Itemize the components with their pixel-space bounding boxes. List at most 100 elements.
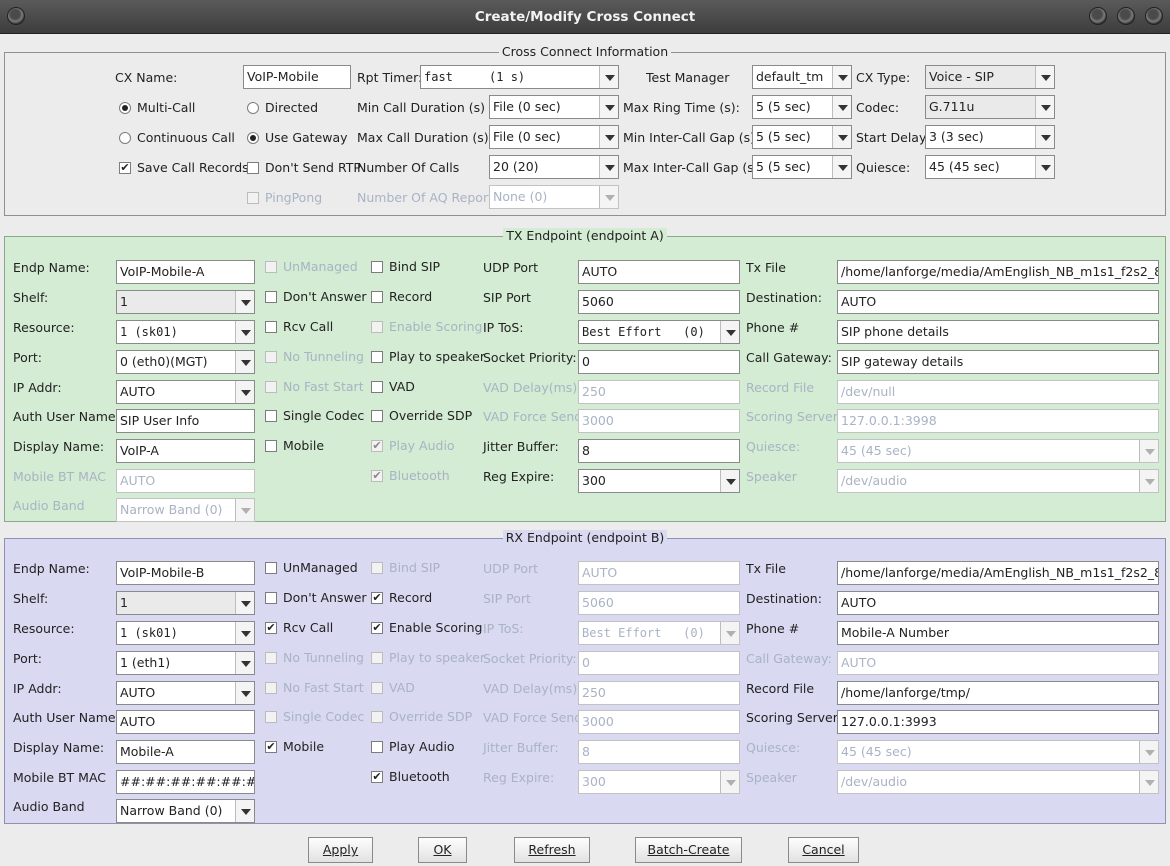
max-inter-call-gap-select[interactable]: 5 (5 sec) <box>752 155 852 179</box>
max-call-duration-select[interactable]: File (0 sec) <box>489 125 619 149</box>
rx-bluetooth-checkbox[interactable]: ✔ Bluetooth <box>371 769 450 785</box>
min-inter-call-gap-select[interactable]: 5 (5 sec) <box>752 125 852 149</box>
rx-no-tunneling-checkbox[interactable]: No Tunneling <box>265 650 364 666</box>
tx-record-file-input[interactable]: /dev/null <box>837 380 1159 404</box>
rx-destination-input[interactable]: AUTO <box>837 591 1159 615</box>
tx-call-gateway-input[interactable]: SIP gateway details <box>837 350 1159 374</box>
close-icon[interactable] <box>1145 7 1163 25</box>
rx-udp-port-input[interactable]: AUTO <box>578 561 740 585</box>
tx-speaker-select[interactable]: /dev/audio <box>837 469 1159 493</box>
continuous-call-radio[interactable]: Continuous Call <box>119 130 235 146</box>
chevron-down-icon[interactable] <box>720 622 739 644</box>
chevron-down-icon[interactable] <box>599 96 618 118</box>
tx-enable-scoring-checkbox[interactable]: Enable Scoring <box>371 319 482 335</box>
dont-send-rtp-checkbox[interactable]: Don't Send RTP <box>247 160 361 176</box>
chevron-down-icon[interactable] <box>720 321 739 343</box>
rx-vad-checkbox[interactable]: VAD <box>371 680 415 696</box>
chevron-down-icon[interactable] <box>720 470 739 492</box>
rx-shelf-select[interactable]: 1 <box>116 591 255 615</box>
rx-override-sdp-checkbox[interactable]: Override SDP <box>371 709 472 725</box>
rx-enable-scoring-checkbox[interactable]: ✔ Enable Scoring <box>371 620 482 636</box>
chevron-down-icon[interactable] <box>235 381 254 403</box>
rx-record-file-input[interactable]: /home/lanforge/tmp/ <box>837 681 1159 705</box>
tx-auth-user-input[interactable]: SIP User Info <box>116 409 255 433</box>
chevron-down-icon[interactable] <box>1035 66 1054 88</box>
tx-ip-addr-select[interactable]: AUTO <box>116 380 255 404</box>
tx-ip-tos-select[interactable]: Best Effort (0) <box>578 320 740 344</box>
tx-udp-port-input[interactable]: AUTO <box>578 260 740 284</box>
use-gateway-radio[interactable]: Use Gateway <box>247 130 348 146</box>
chevron-down-icon[interactable] <box>235 592 254 614</box>
tx-endp-name-input[interactable]: VoIP-Mobile-A <box>116 260 255 284</box>
chevron-down-icon[interactable] <box>832 66 851 88</box>
rpt-timer-select[interactable]: fast (1 s) <box>420 65 619 89</box>
chevron-down-icon[interactable] <box>235 682 254 704</box>
tx-record-checkbox[interactable]: Record <box>371 289 432 305</box>
multi-call-radio[interactable]: Multi-Call <box>119 100 195 116</box>
rx-auth-user-input[interactable]: AUTO <box>116 710 255 734</box>
cx-type-select[interactable]: Voice - SIP <box>925 65 1055 89</box>
tx-mobile-bt-mac-input[interactable]: AUTO <box>116 469 255 493</box>
quiesce-select[interactable]: 45 (45 sec) <box>925 155 1055 179</box>
chevron-down-icon[interactable] <box>235 652 254 674</box>
rx-play-audio-checkbox[interactable]: Play Audio <box>371 739 455 755</box>
tx-single-codec-checkbox[interactable]: Single Codec <box>265 408 364 424</box>
min-call-duration-select[interactable]: File (0 sec) <box>489 95 619 119</box>
chevron-down-icon[interactable] <box>235 291 254 313</box>
rx-scoring-server-input[interactable]: 127.0.0.1:3993 <box>837 710 1159 734</box>
rx-bind-sip-checkbox[interactable]: Bind SIP <box>371 560 440 576</box>
max-ring-time-select[interactable]: 5 (5 sec) <box>752 95 852 119</box>
save-call-records-checkbox[interactable]: ✔ Save Call Records <box>119 160 249 176</box>
tx-play-audio-checkbox[interactable]: ✔ Play Audio <box>371 438 455 454</box>
tx-jitter-buffer-input[interactable]: 8 <box>578 439 740 463</box>
rx-endp-name-input[interactable]: VoIP-Mobile-B <box>116 561 255 585</box>
chevron-down-icon[interactable] <box>235 800 254 822</box>
rx-vad-force-send-input[interactable]: 3000 <box>578 710 740 734</box>
chevron-down-icon[interactable] <box>235 499 254 521</box>
rx-phone-input[interactable]: Mobile-A Number <box>837 621 1159 645</box>
chevron-down-icon[interactable] <box>599 126 618 148</box>
tx-bluetooth-checkbox[interactable]: ✔ Bluetooth <box>371 468 450 484</box>
tx-dont-answer-checkbox[interactable]: Don't Answer <box>265 289 367 305</box>
batch-create-button[interactable]: Batch-Create <box>635 837 742 863</box>
tx-scoring-server-input[interactable]: 127.0.0.1:3998 <box>837 409 1159 433</box>
rx-jitter-buffer-input[interactable]: 8 <box>578 740 740 764</box>
tx-socket-priority-input[interactable]: 0 <box>578 350 740 374</box>
chevron-down-icon[interactable] <box>1139 440 1158 462</box>
chevron-down-icon[interactable] <box>599 66 618 88</box>
chevron-down-icon[interactable] <box>832 96 851 118</box>
rx-sip-port-input[interactable]: 5060 <box>578 591 740 615</box>
chevron-down-icon[interactable] <box>832 126 851 148</box>
start-delay-select[interactable]: 3 (3 sec) <box>925 125 1055 149</box>
chevron-down-icon[interactable] <box>832 156 851 178</box>
tx-resource-select[interactable]: 1 (sk01) <box>116 320 255 344</box>
rx-display-name-input[interactable]: Mobile-A <box>116 740 255 764</box>
rx-quiesce-select[interactable]: 45 (45 sec) <box>837 740 1159 764</box>
tx-phone-input[interactable]: SIP phone details <box>837 320 1159 344</box>
tx-play-to-speaker-checkbox[interactable]: Play to speaker <box>371 349 485 365</box>
rx-socket-priority-input[interactable]: 0 <box>578 651 740 675</box>
tx-no-tunneling-checkbox[interactable]: No Tunneling <box>265 349 364 365</box>
chevron-down-icon[interactable] <box>235 321 254 343</box>
chevron-down-icon[interactable] <box>1139 741 1158 763</box>
rx-record-checkbox[interactable]: ✔ Record <box>371 590 432 606</box>
rx-mobile-checkbox[interactable]: ✔ Mobile <box>265 739 324 755</box>
ok-button[interactable]: OK <box>418 837 467 863</box>
number-of-calls-select[interactable]: 20 (20) <box>489 155 619 179</box>
chevron-down-icon[interactable] <box>1035 96 1054 118</box>
chevron-down-icon[interactable] <box>1139 470 1158 492</box>
tx-display-name-input[interactable]: VoIP-A <box>116 439 255 463</box>
chevron-down-icon[interactable] <box>1035 126 1054 148</box>
rx-mobile-bt-mac-input[interactable]: ##:##:##:##:##:## <box>116 770 255 794</box>
rx-tx-file-input[interactable]: /home/lanforge/media/AmEnglish_NB_m1s1_f… <box>837 561 1159 585</box>
rx-resource-select[interactable]: 1 (sk01) <box>116 621 255 645</box>
tx-mobile-checkbox[interactable]: Mobile <box>265 438 324 454</box>
rx-single-codec-checkbox[interactable]: Single Codec <box>265 709 364 725</box>
tx-override-sdp-checkbox[interactable]: Override SDP <box>371 408 472 424</box>
directed-radio[interactable]: Directed <box>247 100 318 116</box>
refresh-button[interactable]: Refresh <box>514 837 590 863</box>
tx-reg-expire-select[interactable]: 300 <box>578 469 740 493</box>
cancel-button[interactable]: Cancel <box>788 837 859 863</box>
apply-button[interactable]: Apply <box>308 837 373 863</box>
test-manager-select[interactable]: default_tm <box>752 65 852 89</box>
